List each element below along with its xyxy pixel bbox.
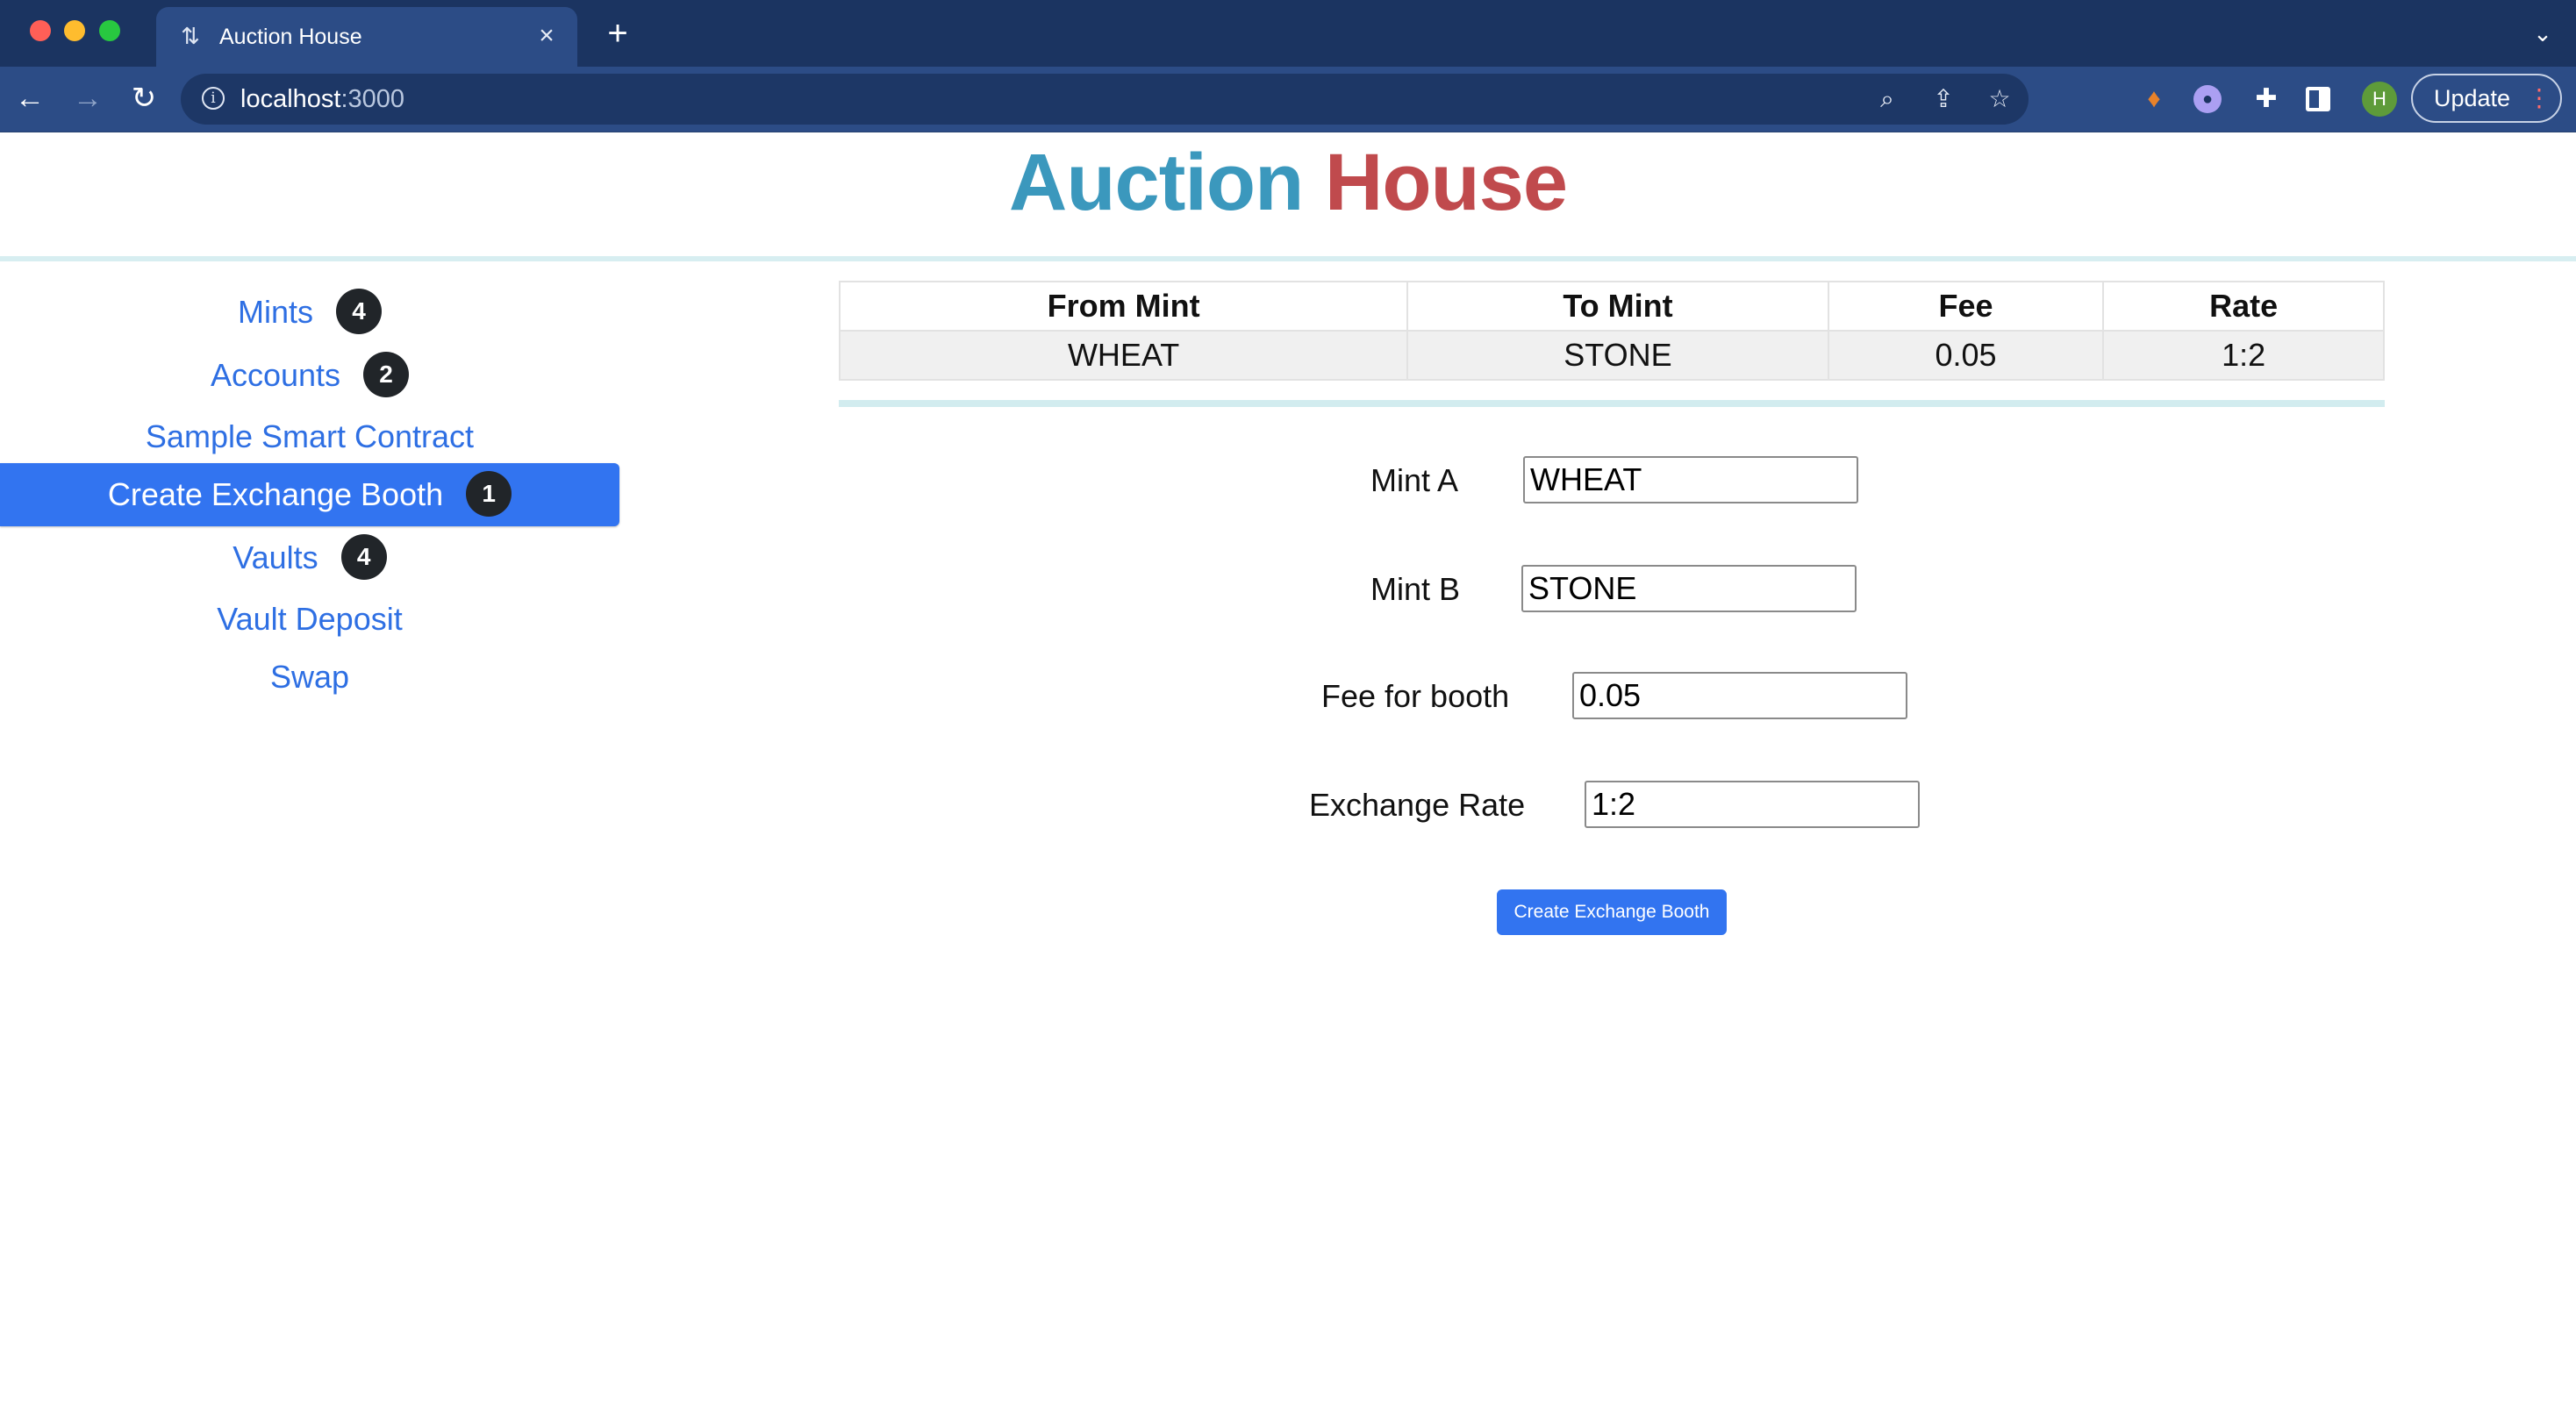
mint-b-input[interactable] (1521, 565, 1857, 612)
create-exchange-booth-button[interactable]: Create Exchange Booth (1497, 889, 1727, 935)
mint-a-input[interactable] (1523, 456, 1858, 503)
header-divider (0, 256, 2576, 261)
new-tab-button[interactable]: + (600, 16, 635, 51)
browser-toolbar: ← → ↻ i localhost:3000 ⌕ ⇪ ☆ ♦ ● ✚ H Upd… (0, 67, 2576, 132)
count-badge: 1 (466, 471, 512, 518)
column-header-rate: Rate (2102, 281, 2385, 332)
cell-to-mint: STONE (1406, 330, 1829, 381)
title-part-auction: Auction (1008, 138, 1304, 227)
zoom-icon[interactable]: ⌕ (1872, 84, 1902, 114)
tab-search-chevron-icon[interactable]: ⌄ (2529, 19, 2557, 47)
sidebar-item-mints[interactable]: Mints 4 (0, 281, 619, 344)
column-header-fee: Fee (1827, 281, 2105, 332)
cell-from-mint: WHEAT (838, 330, 1409, 381)
profile-avatar[interactable]: H (2362, 82, 2397, 117)
update-button[interactable]: Update ⋮ (2411, 74, 2562, 123)
sidebar-item-label: Accounts (210, 357, 341, 393)
star-icon[interactable]: ☆ (1985, 84, 2014, 114)
info-icon[interactable]: i (202, 87, 225, 110)
mint-b-label: Mint B (1370, 571, 1461, 607)
sidebar-item-accounts[interactable]: Accounts 2 (0, 344, 619, 407)
metamask-icon[interactable]: ♦ (2137, 82, 2171, 116)
phantom-icon[interactable]: ● (2193, 85, 2222, 113)
forward-arrow-icon[interactable]: → (70, 81, 105, 116)
fee-label: Fee for booth (1321, 678, 1510, 714)
reload-icon[interactable]: ↻ (126, 81, 161, 116)
tab-close-icon[interactable]: × (532, 21, 562, 51)
sidebar-item-label: Vaults (233, 539, 318, 575)
sidebar-item-label: Sample Smart Contract (145, 418, 475, 454)
address-bar[interactable]: i localhost:3000 ⌕ ⇪ ☆ (181, 74, 2029, 125)
table-row: WHEAT STONE 0.05 1:2 (838, 330, 2385, 381)
browser-tab-active[interactable]: ⇅ Auction House × (156, 7, 577, 68)
more-menu-icon[interactable]: ⋮ (2527, 75, 2551, 121)
table-divider (839, 400, 2385, 407)
sidebar-item-label: Create Exchange Booth (107, 476, 444, 512)
url-host: localhost (240, 85, 341, 113)
count-badge: 4 (340, 534, 387, 581)
extensions-icon[interactable]: ✚ (2250, 82, 2283, 116)
sidebar-item-sample-smart-contract[interactable]: Sample Smart Contract (0, 405, 619, 468)
sidebar-item-label: Vault Deposit (217, 601, 403, 637)
count-badge: 2 (363, 352, 410, 398)
update-label: Update (2434, 85, 2511, 111)
sidebar-item-create-exchange-booth[interactable]: Create Exchange Booth 1 (0, 463, 619, 526)
back-arrow-icon[interactable]: ← (12, 81, 47, 116)
cell-rate: 1:2 (2102, 330, 2385, 381)
page-title: Auction House (0, 137, 2576, 228)
maximize-window-button[interactable] (99, 20, 120, 41)
column-header-to-mint: To Mint (1406, 281, 1829, 332)
exchange-booth-table: From Mint To Mint Fee Rate WHEAT STONE 0… (838, 281, 2385, 381)
tab-favicon-icon: ⇅ (181, 23, 200, 49)
close-window-button[interactable] (30, 20, 51, 41)
url-text: localhost:3000 (240, 84, 404, 114)
tab-title: Auction House (219, 25, 362, 49)
title-part-house: House (1324, 138, 1568, 227)
sidebar-item-swap[interactable]: Swap (0, 646, 619, 709)
column-header-from-mint: From Mint (838, 281, 1409, 332)
cell-fee: 0.05 (1827, 330, 2105, 381)
count-badge: 4 (336, 289, 382, 335)
exchange-rate-input[interactable] (1585, 781, 1920, 828)
exchange-rate-label: Exchange Rate (1309, 787, 1526, 823)
sidebar-item-label: Swap (269, 659, 350, 695)
share-icon[interactable]: ⇪ (1928, 84, 1958, 114)
browser-tabstrip: ⇅ Auction House × + ⌄ (0, 0, 2576, 68)
mint-a-label: Mint A (1370, 462, 1459, 498)
url-port: :3000 (340, 85, 405, 113)
sidebar-item-label: Mints (237, 294, 313, 330)
table-header-row: From Mint To Mint Fee Rate (838, 281, 2385, 332)
side-panel-icon[interactable] (2306, 87, 2330, 111)
fee-input[interactable] (1572, 672, 1907, 719)
sidebar-item-vaults[interactable]: Vaults 4 (0, 526, 619, 589)
minimize-window-button[interactable] (64, 20, 85, 41)
sidebar-item-vault-deposit[interactable]: Vault Deposit (0, 588, 619, 651)
